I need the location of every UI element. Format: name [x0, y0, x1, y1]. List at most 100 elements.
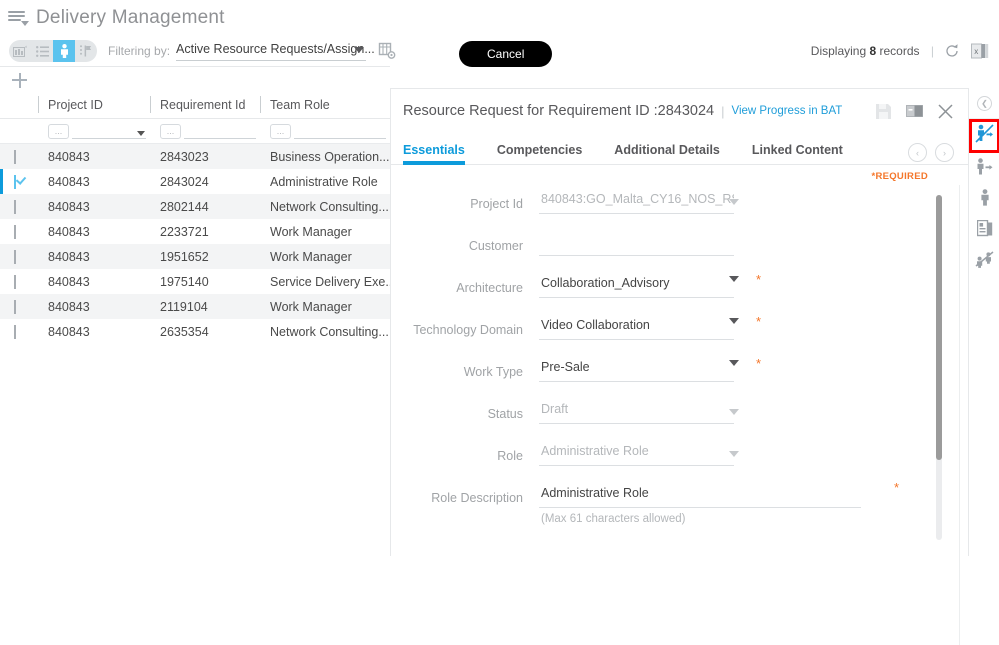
- chevron-down-icon[interactable]: [729, 451, 739, 457]
- record-count-prefix: Displaying: [810, 44, 867, 58]
- row-checkbox[interactable]: [14, 274, 16, 289]
- excel-export-icon[interactable]: x: [971, 43, 989, 60]
- field-value[interactable]: Administrative Role: [539, 484, 861, 508]
- view-mode-chart[interactable]: [9, 40, 31, 62]
- previous-record-button[interactable]: ‹: [908, 143, 927, 162]
- table-row[interactable]: 840843 2843023 Business Operation...: [0, 144, 390, 169]
- plus-icon[interactable]: [12, 72, 27, 88]
- rail-item-remove-resource[interactable]: [969, 246, 999, 277]
- chevron-down-icon[interactable]: [729, 409, 739, 415]
- row-checkbox[interactable]: [14, 249, 16, 264]
- required-asterisk: *: [893, 480, 899, 495]
- chevron-down-icon[interactable]: [729, 276, 739, 282]
- view-mode-milestone[interactable]: [75, 40, 97, 62]
- tab-additional-details[interactable]: Additional Details: [614, 143, 720, 164]
- field-value[interactable]: Video Collaboration: [539, 316, 734, 340]
- chevron-down-icon[interactable]: [729, 360, 739, 366]
- row-checkbox-cell[interactable]: [0, 274, 38, 289]
- filter-input-team-role[interactable]: [294, 124, 386, 139]
- panel-scrollbar[interactable]: [936, 195, 942, 540]
- field-value[interactable]: Administrative Role: [539, 442, 734, 466]
- field-control[interactable]: Collaboration_Advisory *: [539, 272, 761, 298]
- refresh-icon[interactable]: [944, 43, 960, 59]
- field-control[interactable]: [539, 232, 734, 256]
- field-control[interactable]: Video Collaboration *: [539, 314, 761, 340]
- resource-request-grid: Project ID Requirement Id Team Role ... …: [0, 92, 390, 556]
- record-navigation: ‹ ›: [900, 143, 954, 162]
- field-value[interactable]: [539, 232, 734, 256]
- split-panel-icon[interactable]: [906, 103, 923, 120]
- grid-header-team-role[interactable]: Team Role: [260, 96, 390, 114]
- field-control[interactable]: Administrative Role * (Max 61 characters a…: [539, 480, 899, 525]
- grid-header-project-id[interactable]: Project ID: [38, 96, 150, 114]
- row-checkbox-cell[interactable]: [0, 149, 38, 164]
- table-row[interactable]: 840843 2802144 Network Consulting...: [0, 194, 390, 219]
- field-control[interactable]: Draft: [539, 400, 739, 424]
- grid-header-requirement-id[interactable]: Requirement Id: [150, 96, 260, 114]
- grid-filter-project-id[interactable]: ...: [38, 123, 150, 139]
- row-checkbox[interactable]: [14, 324, 16, 339]
- filter-menu-button[interactable]: ...: [270, 123, 291, 139]
- chevron-down-icon[interactable]: [729, 318, 739, 324]
- table-row[interactable]: 840843 2119104 Work Manager: [0, 294, 390, 319]
- list-icon: [35, 45, 49, 57]
- rail-item-assign-resource[interactable]: [969, 153, 999, 184]
- field-value[interactable]: Draft: [539, 400, 734, 424]
- row-checkbox[interactable]: [14, 174, 16, 189]
- filter-input-requirement-id[interactable]: [184, 124, 256, 139]
- table-row[interactable]: 840843 2843024 Administrative Role: [0, 169, 390, 194]
- panel-scrollbar-thumb[interactable]: [936, 195, 942, 460]
- save-floppy-icon[interactable]: [875, 103, 892, 120]
- tab-linked-content[interactable]: Linked Content: [752, 143, 843, 164]
- row-checkbox-cell[interactable]: [0, 224, 38, 239]
- cell-project-id: 840843: [48, 199, 90, 214]
- field-value[interactable]: Pre-Sale: [539, 358, 734, 382]
- filter-input-project-id[interactable]: [72, 124, 146, 139]
- tab-competencies[interactable]: Competencies: [497, 143, 582, 164]
- filter-dropdown[interactable]: Active Resource Requests/Assign...: [176, 41, 375, 61]
- table-row[interactable]: 840843 2635354 Network Consulting...: [0, 319, 390, 344]
- row-checkbox-cell[interactable]: [0, 299, 38, 314]
- view-mode-list[interactable]: [31, 40, 53, 62]
- rail-item-unassign-resource[interactable]: [969, 119, 999, 153]
- row-checkbox[interactable]: [14, 149, 16, 164]
- row-checkbox[interactable]: [14, 299, 16, 314]
- field-value[interactable]: Collaboration_Advisory: [539, 274, 734, 298]
- list-menu-icon[interactable]: [8, 9, 30, 27]
- filter-dropdown-value: Active Resource Requests/Assign...: [176, 42, 375, 56]
- field-control[interactable]: Pre-Sale *: [539, 356, 761, 382]
- row-checkbox-cell[interactable]: [0, 249, 38, 264]
- grid-settings-icon[interactable]: [378, 42, 396, 60]
- filter-menu-button[interactable]: ...: [160, 123, 181, 139]
- tab-essentials[interactable]: Essentials: [403, 143, 465, 165]
- view-mode-switcher[interactable]: [9, 40, 97, 62]
- row-checkbox-cell[interactable]: [0, 199, 38, 214]
- row-checkbox[interactable]: [14, 199, 16, 214]
- field-value[interactable]: 840843:GO_Malta_CY16_NOS_RS: [539, 190, 734, 214]
- row-checkbox-cell[interactable]: [0, 174, 38, 189]
- field-control[interactable]: 840843:GO_Malta_CY16_NOS_RS: [539, 190, 739, 214]
- delivery-management-app: Delivery Management Filtering by: Active…: [0, 0, 999, 645]
- record-count-suffix: records: [879, 44, 920, 58]
- close-x-icon[interactable]: [937, 103, 954, 120]
- chart-bar-icon: [13, 45, 27, 58]
- rail-collapse-button[interactable]: ❮: [969, 88, 999, 119]
- rail-item-resource[interactable]: [969, 184, 999, 215]
- table-row[interactable]: 840843 2233721 Work Manager: [0, 219, 390, 244]
- table-row[interactable]: 840843 1975140 Service Delivery Exe...: [0, 269, 390, 294]
- filter-menu-button[interactable]: ...: [48, 123, 69, 139]
- add-record-bar[interactable]: [0, 66, 390, 94]
- field-control[interactable]: Administrative Role: [539, 442, 739, 466]
- cell-requirement-id: 2843024: [160, 174, 209, 189]
- row-checkbox[interactable]: [14, 224, 16, 239]
- grid-filter-requirement-id[interactable]: ...: [150, 123, 260, 139]
- chevron-down-icon[interactable]: [729, 199, 739, 205]
- view-progress-bat-link[interactable]: View Progress in BAT: [732, 105, 843, 117]
- grid-filter-team-role[interactable]: ...: [260, 123, 390, 139]
- chevron-down-icon: [137, 130, 145, 136]
- next-record-button[interactable]: ›: [935, 143, 954, 162]
- rail-item-notes[interactable]: [969, 215, 999, 246]
- table-row[interactable]: 840843 1951652 Work Manager: [0, 244, 390, 269]
- row-checkbox-cell[interactable]: [0, 324, 38, 339]
- view-mode-resource[interactable]: [53, 40, 75, 62]
